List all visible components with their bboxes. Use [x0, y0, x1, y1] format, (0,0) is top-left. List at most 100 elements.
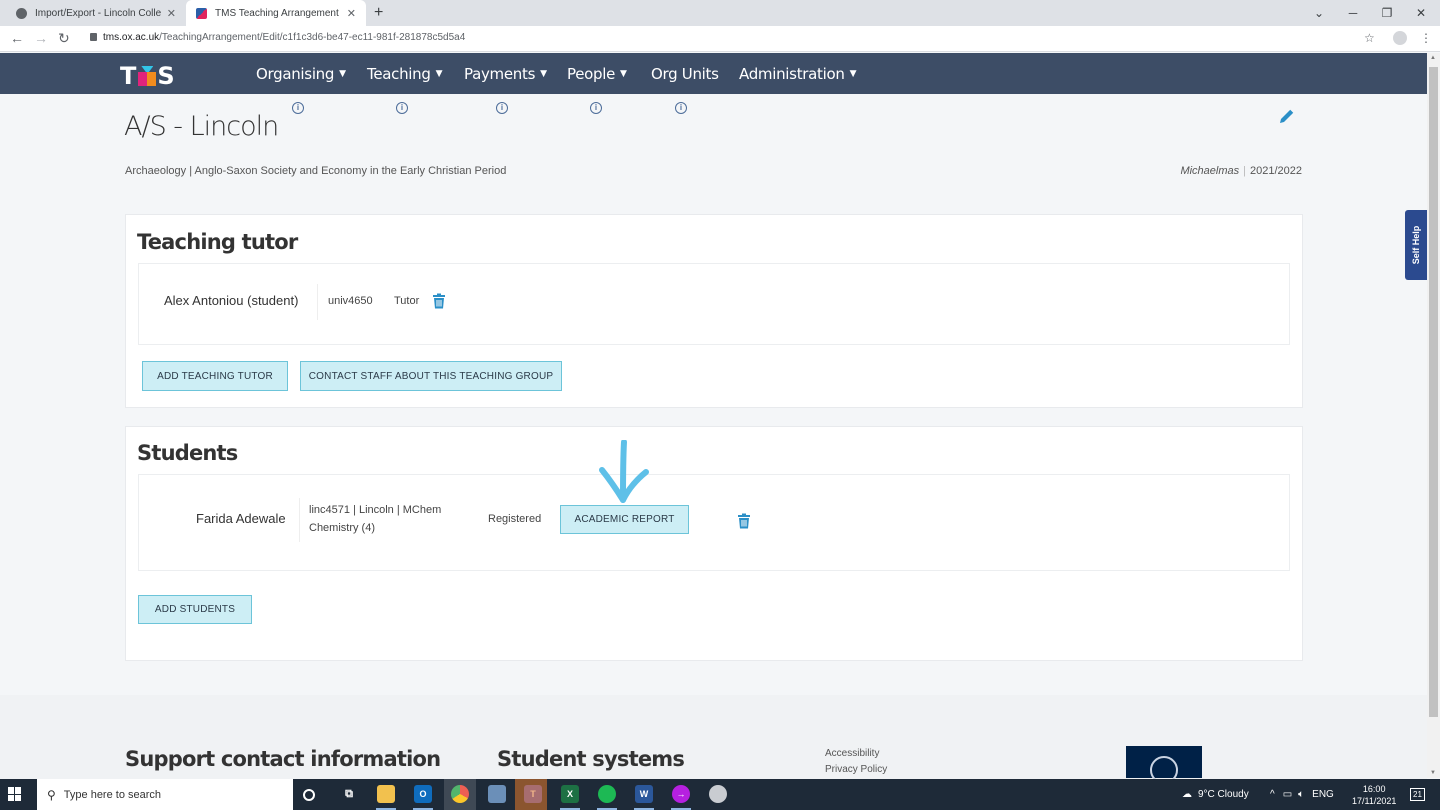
profile-avatar-icon[interactable] [1393, 31, 1407, 45]
spotify-icon[interactable] [598, 785, 616, 803]
minimize-button[interactable]: ─ [1336, 0, 1370, 26]
new-tab-button[interactable]: + [374, 4, 383, 22]
browser-tab-tms[interactable]: TMS Teaching Arrangement ✕ [186, 0, 366, 26]
nav-menu-organising[interactable]: Organising ▼ [256, 53, 346, 94]
caret-down-icon: ▼ [435, 68, 443, 79]
caret-down-icon: ▼ [540, 68, 547, 79]
tab-title: TMS Teaching Arrangement [215, 7, 339, 19]
app-icon[interactable] [709, 785, 727, 803]
contact-staff-button[interactable]: CONTACT STAFF ABOUT THIS TEACHING GROUP [300, 361, 562, 391]
scroll-up-icon[interactable]: ▲ [1430, 55, 1436, 61]
menu-label: People [567, 64, 616, 83]
teams-flash-highlight [515, 779, 547, 810]
self-help-tab[interactable]: Self Help [1405, 210, 1427, 280]
add-teaching-tutor-button[interactable]: ADD TEACHING TUTOR [142, 361, 288, 391]
language-indicator[interactable]: ENG [1312, 789, 1334, 800]
info-icon[interactable]: i [675, 102, 687, 114]
cloud-icon: ☁ [1182, 789, 1192, 800]
excel-icon[interactable]: X [561, 785, 579, 803]
clock-date: 17/11/2021 [1352, 795, 1397, 806]
close-tab-icon[interactable]: ✕ [167, 7, 176, 20]
word-icon[interactable]: W [635, 785, 653, 803]
student-systems-heading: Student systems [497, 747, 685, 771]
bookmark-star-icon[interactable]: ☆ [1364, 31, 1375, 45]
trash-icon[interactable] [737, 513, 751, 529]
weather-widget[interactable]: ☁ 9°C Cloudy [1182, 779, 1249, 810]
caret-down-icon: ▼ [849, 68, 857, 79]
browser-tab-bar: Import/Export - Lincoln College ✕ TMS Te… [0, 0, 1440, 26]
tms-logo[interactable]: TS [120, 62, 176, 90]
term-separator: | [1243, 165, 1246, 177]
student-details-line1: linc4571 | Lincoln | MChem [309, 504, 442, 516]
url-input[interactable]: tms.ox.ac.uk/TeachingArrangement/Edit/c1… [90, 32, 465, 43]
clock[interactable]: 16:00 17/11/2021 [1352, 779, 1396, 810]
outlook-icon[interactable]: O [414, 785, 432, 803]
system-tray: ^ ▭ 🔈︎ ENG [1270, 779, 1334, 810]
nav-menu-org-units[interactable]: Org Units [651, 53, 719, 94]
self-help-label: Self Help [1411, 225, 1421, 265]
nav-menu-teaching[interactable]: Teaching ▼ [367, 53, 443, 94]
page-scrollbar[interactable]: ▲ ▼ [1427, 53, 1440, 778]
show-hidden-icons-chevron[interactable]: ^ [1270, 789, 1275, 800]
calculator-icon[interactable] [488, 785, 506, 803]
tab-search-chevron-icon[interactable]: ⌄ [1302, 0, 1336, 26]
windows-start-icon[interactable] [8, 787, 22, 801]
browser-tab-import-export[interactable]: Import/Export - Lincoln College ✕ [6, 0, 186, 26]
file-explorer-icon[interactable] [377, 785, 395, 803]
task-view-icon[interactable]: ⧉ [340, 785, 358, 803]
taskbar-search-input[interactable]: ⚲ Type here to search [37, 779, 293, 810]
page-title: A/S - Lincoln [124, 111, 279, 142]
nav-menu-people[interactable]: People ▼ [567, 53, 627, 94]
info-icon[interactable]: i [396, 102, 408, 114]
add-students-button[interactable]: ADD STUDENTS [138, 595, 252, 624]
notification-count: 21 [1410, 788, 1425, 801]
privacy-policy-link[interactable]: Privacy Policy [825, 764, 887, 775]
lock-icon [90, 33, 97, 41]
url-path: /TeachingArrangement/Edit/c1f1c3d6-be47-… [159, 32, 466, 43]
student-details: linc4571 | Lincoln | MChem Chemistry (4) [309, 501, 441, 537]
close-tab-icon[interactable]: ✕ [347, 7, 356, 20]
student-status: Registered [488, 513, 542, 525]
caret-down-icon: ▼ [620, 68, 627, 79]
tms-favicon-icon [196, 7, 207, 19]
menu-label: Administration [739, 64, 845, 83]
menu-label: Org Units [651, 64, 719, 83]
cortana-icon[interactable] [303, 789, 315, 801]
tutor-row [138, 263, 1290, 345]
active-app-highlight [444, 779, 476, 810]
scrollbar-thumb[interactable] [1429, 67, 1438, 717]
divider [299, 498, 300, 542]
trash-icon[interactable] [432, 293, 446, 309]
pencil-edit-icon[interactable] [1277, 108, 1295, 126]
power-automate-icon[interactable]: → [672, 785, 690, 803]
network-icon[interactable]: ▭ [1283, 789, 1292, 800]
browser-menu-icon[interactable]: ⋮ [1420, 31, 1432, 45]
nav-menu-payments[interactable]: Payments ▼ [464, 53, 547, 94]
academic-year: 2021/2022 [1250, 165, 1302, 177]
academic-report-button[interactable]: ACADEMIC REPORT [560, 505, 689, 534]
volume-icon[interactable]: 🔈︎ [1298, 789, 1304, 800]
oxford-university-logo[interactable] [1126, 746, 1202, 784]
info-icon[interactable]: i [292, 102, 304, 114]
tutor-name: Alex Antoniou (student) [164, 293, 299, 308]
forward-arrow-icon[interactable]: → [34, 30, 48, 46]
info-icon[interactable]: i [590, 102, 602, 114]
tutor-role: Tutor [394, 295, 420, 307]
scroll-down-icon[interactable]: ▼ [1430, 770, 1436, 776]
course-subtitle: Archaeology | Anglo-Saxon Society and Ec… [125, 165, 507, 177]
reload-icon[interactable]: ↻ [58, 30, 70, 47]
divider [317, 284, 318, 320]
info-icon[interactable]: i [496, 102, 508, 114]
clock-time: 16:00 [1362, 783, 1386, 794]
windows-taskbar: ⚲Type here to search ⧉ O T X W → ☁9°C Cl… [0, 779, 1440, 810]
accessibility-link[interactable]: Accessibility [825, 748, 879, 759]
back-arrow-icon[interactable]: ← [10, 30, 24, 46]
caret-down-icon: ▼ [339, 68, 346, 79]
notification-center-icon[interactable]: 21 [1410, 779, 1425, 810]
restore-button[interactable]: ❐ [1370, 0, 1404, 26]
term-label: Michaelmas [1180, 165, 1240, 177]
menu-label: Teaching [367, 64, 431, 83]
tab-title: Import/Export - Lincoln College [35, 7, 161, 19]
nav-menu-administration[interactable]: Administration ▼ [739, 53, 856, 94]
close-window-button[interactable]: ✕ [1404, 0, 1438, 26]
